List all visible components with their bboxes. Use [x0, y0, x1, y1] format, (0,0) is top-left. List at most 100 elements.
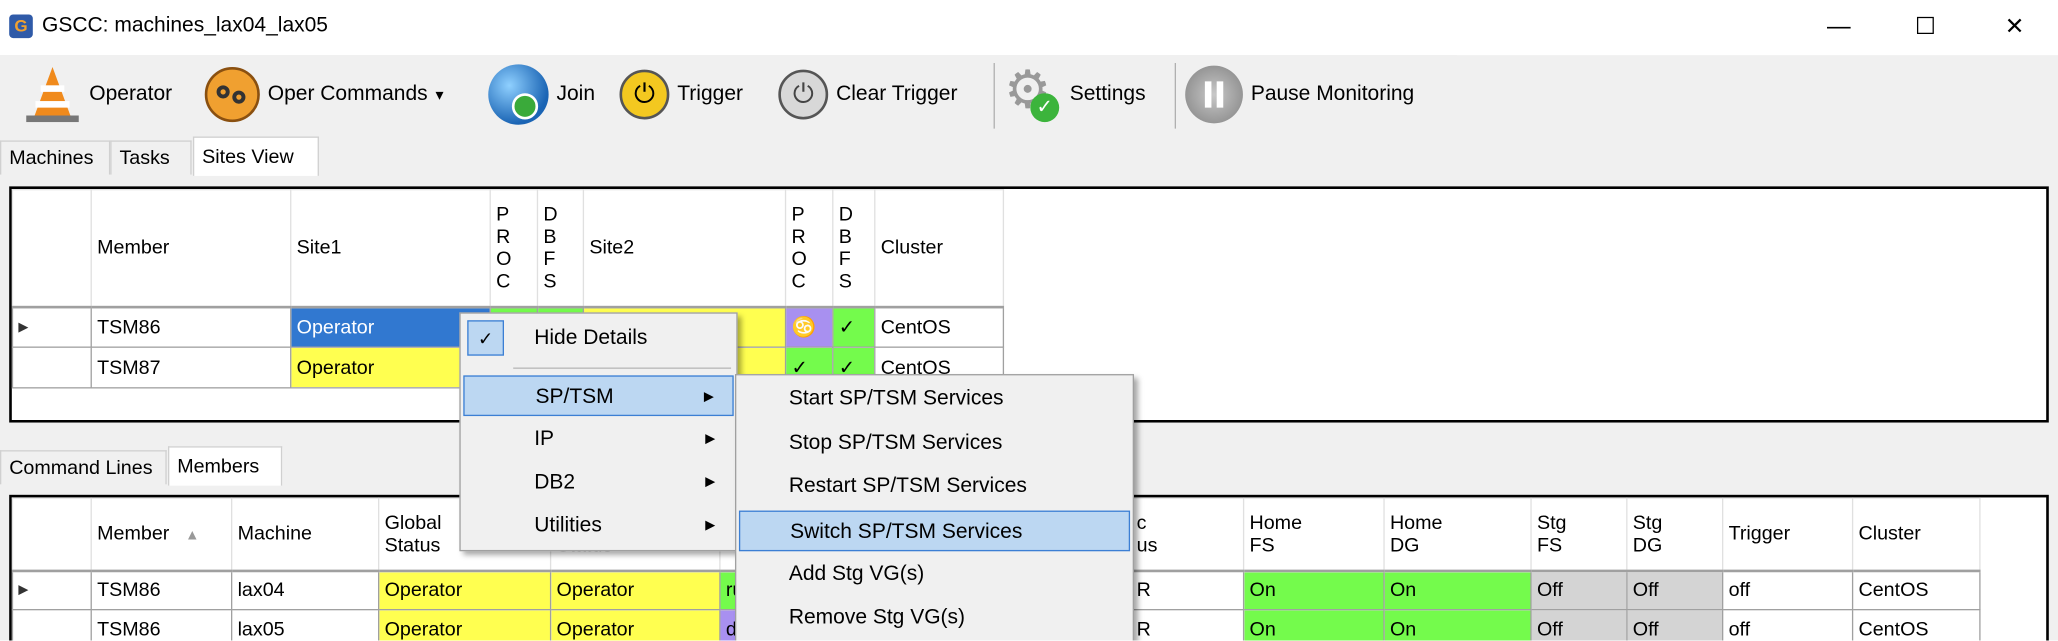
table-cell: CentOS: [1851, 569, 1981, 611]
toolbar: Operator Oper Commands ▾ Join ⏻ Trigger …: [0, 55, 1457, 134]
column-header[interactable]: Machine: [231, 497, 380, 572]
operator-button[interactable]: Operator: [24, 66, 172, 124]
column-header[interactable]: D B F S: [832, 189, 876, 308]
toolbar-separator: [993, 63, 995, 129]
column-header[interactable]: P R O C: [489, 189, 539, 308]
menu-item-label: SP/TSM: [535, 385, 614, 409]
menu-item-label: Restart SP/TSM Services: [788, 475, 1027, 498]
context-menu: Hide Details ✓ SP/TSM ▶ IP ▶ DB2 ▶ Utilities ▶: [459, 312, 738, 552]
column-header[interactable]: [11, 497, 92, 572]
clear-trigger-label: Clear Trigger: [836, 82, 958, 105]
menu-item-label: Utilities: [534, 514, 602, 537]
table-cell: ✓: [832, 305, 876, 348]
join-button[interactable]: Join: [488, 64, 595, 125]
window-title: GSCC: machines_lax04_lax05: [42, 14, 328, 37]
power-icon: ⏻: [619, 69, 670, 120]
column-header[interactable]: P R O C: [784, 189, 834, 308]
close-button[interactable]: ✕: [1971, 0, 2058, 53]
dropdown-arrow-icon: ▾: [435, 85, 444, 104]
clear-power-icon: ⏻: [778, 69, 829, 120]
title-bar: G GSCC: machines_lax04_lax05 — ☐ ✕: [0, 0, 2058, 56]
column-header[interactable]: Cluster: [874, 189, 1005, 308]
row-header[interactable]: ▶: [11, 305, 92, 348]
settings-button[interactable]: ⚙ ✓ Settings: [1001, 64, 1146, 124]
menu-item-label: Remove Stg VG(s): [788, 606, 966, 629]
table-cell: lax05: [231, 609, 380, 641]
globe-icon: [488, 64, 549, 125]
table-cell: On: [1242, 609, 1385, 641]
table-cell: TSM86: [90, 569, 233, 611]
row-header[interactable]: ▶: [11, 569, 92, 611]
tab-sites-view[interactable]: Sites View: [192, 136, 319, 176]
trigger-label: Trigger: [677, 82, 743, 105]
table-cell: On: [1242, 569, 1385, 611]
column-header[interactable]: Site1: [290, 189, 491, 308]
column-header[interactable]: Member ▲: [90, 497, 233, 572]
table-cell: TSM87: [90, 346, 292, 389]
menu-item-switch-sp-tsm-services[interactable]: Switch SP/TSM Services: [738, 510, 1131, 552]
tab-members[interactable]: Members: [168, 446, 283, 486]
clear-trigger-button[interactable]: ⏻ Clear Trigger: [778, 66, 957, 124]
menu-item-stop-sp-tsm-services[interactable]: Stop SP/TSM Services: [739, 423, 1130, 464]
row-header[interactable]: [11, 609, 92, 641]
table-cell: lax04: [231, 569, 380, 611]
table-cell: CentOS: [1851, 609, 1981, 641]
table-cell: Off: [1530, 569, 1628, 611]
menu-item-start-sp-tsm-services[interactable]: Start SP/TSM Services: [739, 378, 1130, 419]
column-header[interactable]: [11, 189, 92, 308]
column-header-label: Member: [97, 522, 170, 546]
table-cell: TSM86: [90, 609, 233, 641]
menu-item-restart-sp-tsm-services[interactable]: Restart SP/TSM Services: [739, 466, 1130, 507]
column-header[interactable]: c us: [1130, 497, 1245, 572]
menu-item-remove-stg-vg-s[interactable]: Remove Stg VG(s): [739, 597, 1130, 638]
operator-label: Operator: [89, 82, 173, 105]
menu-item-hide-details[interactable]: Hide Details ✓: [463, 318, 733, 359]
table-cell: Operator: [549, 609, 721, 641]
minimize-button[interactable]: —: [1796, 0, 1883, 53]
oper-commands-button[interactable]: Oper Commands ▾: [204, 66, 444, 124]
traffic-cone-icon: [24, 66, 82, 123]
table-cell: off: [1722, 609, 1854, 641]
settings-gear-icon: ⚙ ✓: [1001, 64, 1061, 124]
column-header[interactable]: Home FS: [1242, 497, 1385, 572]
sp-tsm-submenu: Start SP/TSM Services Stop SP/TSM Service…: [735, 374, 1134, 641]
pause-monitoring-button[interactable]: Pause Monitoring: [1185, 65, 1415, 124]
tab-tasks[interactable]: Tasks: [110, 140, 192, 175]
table-cell: R: [1130, 569, 1245, 611]
menu-item-label: Stop SP/TSM Services: [788, 431, 1003, 455]
table-cell: Off: [1530, 609, 1628, 641]
menu-item-ip[interactable]: IP ▶: [463, 419, 733, 460]
menu-item-label: IP: [534, 427, 555, 451]
maximize-button[interactable]: ☐: [1882, 0, 1969, 53]
trigger-button[interactable]: ⏻ Trigger: [619, 66, 743, 124]
menu-item-utilities[interactable]: Utilities ▶: [463, 505, 733, 546]
column-header[interactable]: D B F S: [536, 189, 585, 308]
tab-machines[interactable]: Machines: [0, 140, 111, 175]
tab-command-lines[interactable]: Command Lines: [0, 450, 167, 485]
pause-monitoring-label: Pause Monitoring: [1250, 82, 1415, 105]
menu-item-db2[interactable]: DB2 ▶: [463, 462, 733, 503]
table-cell: Operator: [549, 569, 721, 611]
column-header[interactable]: Member: [90, 189, 292, 308]
menu-separator: [513, 367, 732, 369]
menu-item-sp-tsm[interactable]: SP/TSM ▶: [463, 375, 734, 417]
table-cell: off: [1722, 569, 1854, 611]
menu-item-label: Hide Details: [534, 326, 648, 350]
submenu-arrow-icon: ▶: [705, 475, 716, 490]
app-icon: G: [9, 14, 33, 39]
menu-item-label: DB2: [534, 471, 576, 494]
menu-item-label: Start SP/TSM Services: [788, 387, 1004, 410]
settings-label: Settings: [1069, 82, 1146, 105]
table-cell: On: [1383, 569, 1532, 611]
pause-icon: [1185, 65, 1243, 124]
column-header[interactable]: Trigger: [1722, 497, 1854, 572]
column-header[interactable]: Home DG: [1383, 497, 1532, 572]
menu-item-add-stg-vg-s[interactable]: Add Stg VG(s): [739, 554, 1130, 595]
column-header[interactable]: Site2: [582, 189, 787, 308]
column-header[interactable]: Stg DG: [1626, 497, 1724, 572]
column-header[interactable]: Cluster: [1851, 497, 1981, 572]
table-cell: R: [1130, 609, 1245, 641]
header-row: Member Site1 P R O CD B F S Site2 P R O CD B…: [11, 189, 1005, 308]
column-header[interactable]: Stg FS: [1530, 497, 1628, 572]
row-header[interactable]: [11, 346, 92, 389]
